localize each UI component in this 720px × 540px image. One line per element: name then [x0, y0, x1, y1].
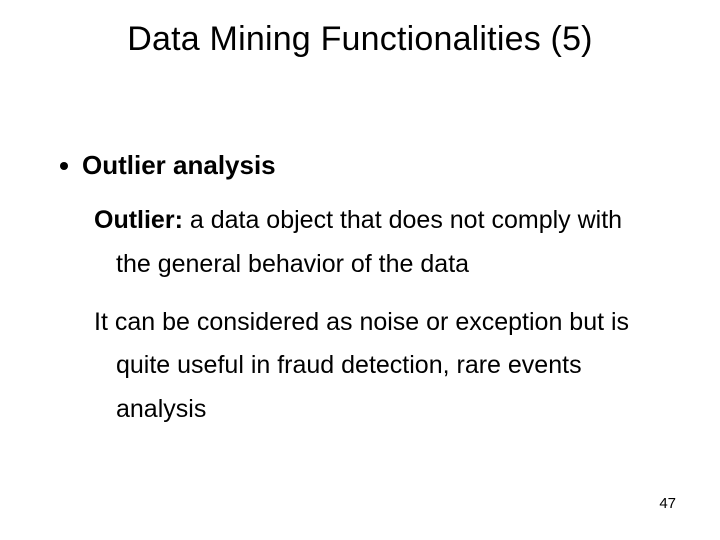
term-label: Outlier: [94, 206, 183, 234]
bullet-dot-icon [60, 162, 68, 170]
page-number: 47 [659, 495, 676, 512]
paragraph-note: It can be considered as noise or excepti… [94, 301, 660, 432]
bullet-item: Outlier analysis [60, 150, 660, 181]
bullet-label: Outlier analysis [82, 150, 276, 180]
slide: Data Mining Functionalities (5) Outlier … [0, 0, 720, 540]
slide-title: Data Mining Functionalities (5) [0, 20, 720, 59]
slide-body: Outlier analysis Outlier: a data object … [60, 150, 660, 446]
paragraph-definition: Outlier: a data object that does not com… [94, 199, 660, 287]
term-definition: a data object that does not comply with … [116, 206, 622, 278]
